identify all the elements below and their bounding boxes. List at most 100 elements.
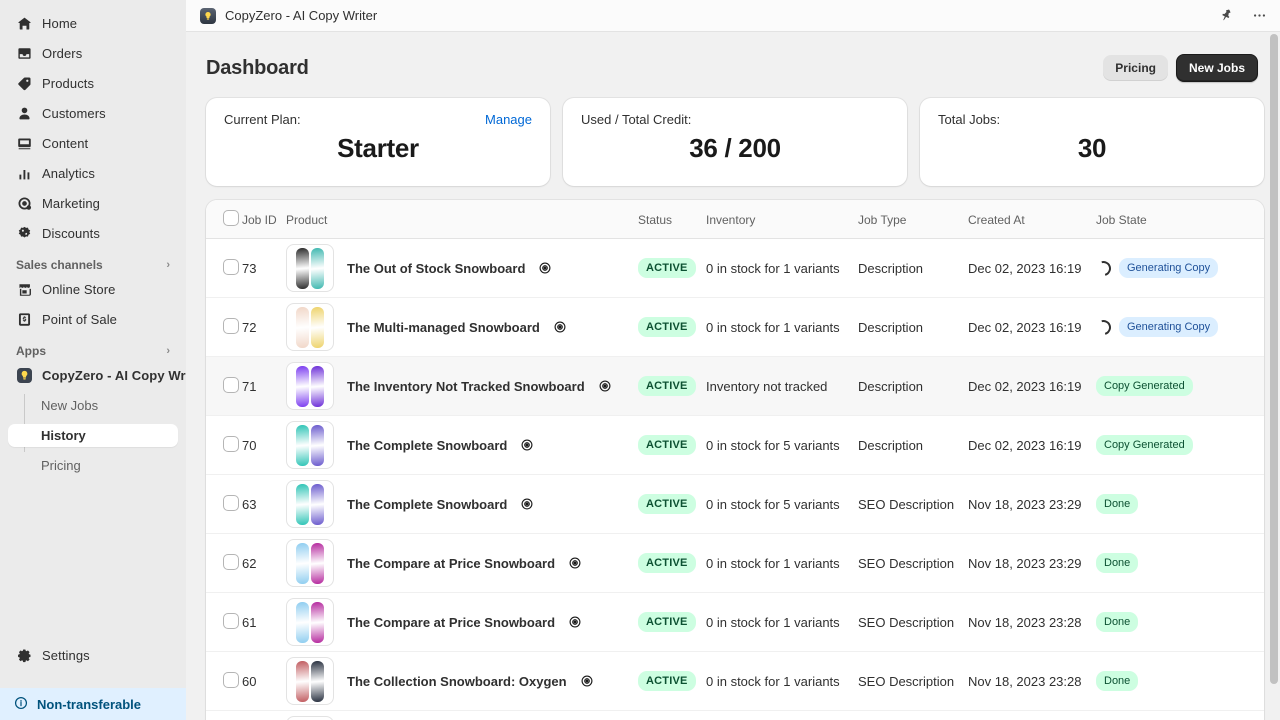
sidebar-item-orders[interactable]: Orders bbox=[8, 42, 178, 65]
job-state-badge: Done bbox=[1096, 494, 1138, 514]
point-of-sale-icon bbox=[16, 312, 32, 328]
product-thumbnail bbox=[286, 303, 334, 351]
row-checkbox[interactable] bbox=[223, 672, 239, 688]
table-row[interactable]: 60The Collection Snowboard: OxygenACTIVE… bbox=[206, 652, 1264, 711]
job-state-badge: Done bbox=[1096, 553, 1138, 573]
preview-eye-icon[interactable] bbox=[598, 379, 612, 393]
table-row[interactable]: 71The Inventory Not Tracked SnowboardACT… bbox=[206, 357, 1264, 416]
inventory-value: 0 in stock for 5 variants bbox=[706, 497, 840, 512]
stat-card-1: Used / Total Credit:36 / 200 bbox=[563, 98, 907, 186]
col-header-product[interactable]: Product bbox=[286, 200, 638, 239]
sidebar-subitem-new-jobs[interactable]: New Jobs bbox=[8, 394, 178, 417]
preview-eye-icon[interactable] bbox=[520, 497, 534, 511]
col-header-inventory[interactable]: Inventory bbox=[706, 200, 858, 239]
preview-eye-icon[interactable] bbox=[568, 615, 582, 629]
job-id-value: 73 bbox=[242, 261, 256, 276]
preview-eye-icon[interactable] bbox=[520, 438, 534, 452]
sidebar-item-marketing[interactable]: Marketing bbox=[8, 192, 178, 215]
job-id-value: 72 bbox=[242, 320, 256, 335]
cell-job-id: 72 bbox=[242, 298, 286, 357]
preview-eye-icon[interactable] bbox=[568, 556, 582, 570]
col-header-job-state[interactable]: Job State bbox=[1096, 200, 1264, 239]
sidebar-item-copyzero[interactable]: CopyZero - AI Copy Writer bbox=[8, 364, 178, 387]
pricing-button[interactable]: Pricing bbox=[1103, 55, 1168, 81]
preview-eye-icon[interactable] bbox=[580, 674, 594, 688]
table-row[interactable]: 62The Compare at Price SnowboardACTIVE0 … bbox=[206, 534, 1264, 593]
chevron-right-icon[interactable]: › bbox=[166, 259, 170, 271]
cell-created-at: Dec 02, 2023 16:19 bbox=[968, 416, 1096, 475]
job-state-badge: Copy Generated bbox=[1096, 376, 1193, 396]
sidebar-item-content[interactable]: Content bbox=[8, 132, 178, 155]
sidebar-section-sales-channels[interactable]: Sales channels › bbox=[16, 258, 170, 272]
vertical-scrollbar-thumb[interactable] bbox=[1270, 34, 1278, 684]
sidebar-subitem-pricing[interactable]: Pricing bbox=[8, 454, 178, 477]
col-header-job-type[interactable]: Job Type bbox=[858, 200, 968, 239]
new-jobs-button[interactable]: New Jobs bbox=[1176, 54, 1258, 82]
sidebar-item-products[interactable]: Products bbox=[8, 72, 178, 95]
row-checkbox[interactable] bbox=[223, 495, 239, 511]
manage-link[interactable]: Manage bbox=[485, 112, 532, 127]
cell-inventory: Inventory not tracked bbox=[706, 711, 858, 720]
sidebar-item-customers[interactable]: Customers bbox=[8, 102, 178, 125]
product-thumbnail bbox=[286, 598, 334, 646]
col-header-job-id[interactable]: Job ID bbox=[242, 200, 286, 239]
table-row[interactable]: 61The Compare at Price SnowboardACTIVE0 … bbox=[206, 593, 1264, 652]
table-row[interactable]: 59The Inventory Not Tracked SnowboardACT… bbox=[206, 711, 1264, 720]
app-topbar: CopyZero - AI Copy Writer bbox=[186, 0, 1280, 32]
page-title: Dashboard bbox=[206, 57, 309, 80]
cell-job-state: Done bbox=[1096, 711, 1264, 720]
cell-job-type: Description bbox=[858, 239, 968, 298]
marketing-icon bbox=[16, 196, 32, 212]
stat-card-value: 36 / 200 bbox=[581, 133, 889, 164]
sidebar-item-point-of-sale[interactable]: Point of Sale bbox=[8, 308, 178, 331]
sidebar-app-subnav: New Jobs History Pricing bbox=[0, 394, 186, 477]
stat-card-head: Total Jobs: bbox=[938, 112, 1246, 127]
table-row[interactable]: 72The Multi-managed SnowboardACTIVE0 in … bbox=[206, 298, 1264, 357]
preview-eye-icon[interactable] bbox=[538, 261, 552, 275]
row-checkbox[interactable] bbox=[223, 554, 239, 570]
cell-job-state: Copy Generated bbox=[1096, 357, 1264, 416]
col-header-status[interactable]: Status bbox=[638, 200, 706, 239]
status-badge: ACTIVE bbox=[638, 553, 696, 573]
cell-job-type: SEO Description bbox=[858, 652, 968, 711]
product-thumbnail bbox=[286, 716, 334, 720]
row-checkbox[interactable] bbox=[223, 436, 239, 452]
pin-icon[interactable] bbox=[1218, 7, 1236, 25]
cell-job-state: Done bbox=[1096, 593, 1264, 652]
col-header-created-at[interactable]: Created At bbox=[968, 200, 1096, 239]
table-row[interactable]: 63The Complete SnowboardACTIVE0 in stock… bbox=[206, 475, 1264, 534]
row-select-cell bbox=[206, 475, 242, 534]
cell-created-at: Dec 02, 2023 16:19 bbox=[968, 298, 1096, 357]
product-thumbnail bbox=[286, 421, 334, 469]
sidebar-item-home[interactable]: Home bbox=[8, 12, 178, 35]
chevron-right-icon[interactable]: › bbox=[166, 345, 170, 357]
cell-job-id: 60 bbox=[242, 652, 286, 711]
cell-status: ACTIVE bbox=[638, 298, 706, 357]
lightbulb-icon bbox=[16, 368, 32, 384]
select-all-checkbox[interactable] bbox=[223, 210, 239, 226]
status-badge: ACTIVE bbox=[638, 258, 696, 278]
cell-status: ACTIVE bbox=[638, 357, 706, 416]
table-row[interactable]: 73The Out of Stock SnowboardACTIVE0 in s… bbox=[206, 239, 1264, 298]
cell-product: The Inventory Not Tracked Snowboard bbox=[286, 357, 638, 416]
sidebar-subitem-history[interactable]: History bbox=[8, 424, 178, 447]
cell-product: The Complete Snowboard bbox=[286, 475, 638, 534]
sidebar-section-apps[interactable]: Apps › bbox=[16, 344, 170, 358]
product-name: The Compare at Price Snowboard bbox=[347, 615, 555, 630]
sidebar-settings-row: Settings bbox=[0, 644, 186, 674]
more-horizontal-icon[interactable] bbox=[1250, 7, 1268, 25]
row-checkbox[interactable] bbox=[223, 259, 239, 275]
sidebar-item-label: Online Store bbox=[42, 282, 115, 297]
row-checkbox[interactable] bbox=[223, 377, 239, 393]
sidebar-item-discounts[interactable]: Discounts bbox=[8, 222, 178, 245]
sidebar-item-settings[interactable]: Settings bbox=[8, 644, 178, 667]
page-content: Dashboard PricingNew Jobs Current Plan:M… bbox=[186, 32, 1280, 720]
preview-eye-icon[interactable] bbox=[553, 320, 567, 334]
sidebar-item-analytics[interactable]: Analytics bbox=[8, 162, 178, 185]
sidebar-item-online-store[interactable]: Online Store bbox=[8, 278, 178, 301]
apps-label: Apps bbox=[16, 344, 46, 358]
table-row[interactable]: 70The Complete SnowboardACTIVE0 in stock… bbox=[206, 416, 1264, 475]
row-checkbox[interactable] bbox=[223, 613, 239, 629]
row-checkbox[interactable] bbox=[223, 318, 239, 334]
job-type-value: Description bbox=[858, 379, 923, 394]
